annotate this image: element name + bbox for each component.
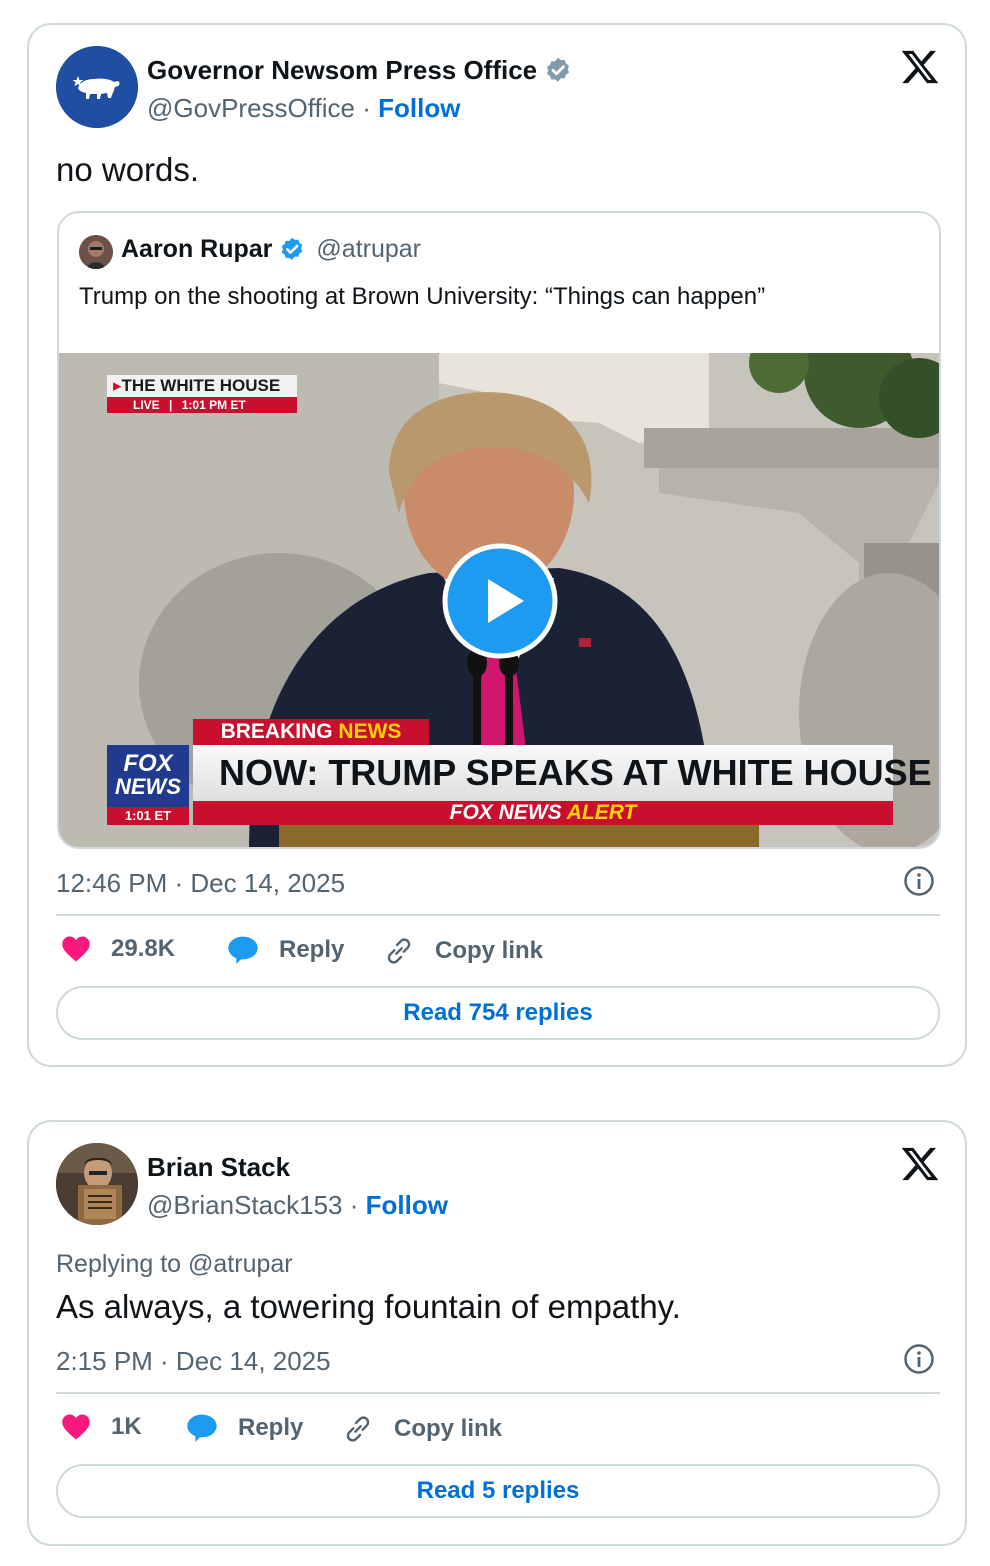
replying-to[interactable]: Replying to @atrupar [56, 1250, 293, 1279]
quoted-tweet[interactable]: Aaron Rupar @atrupar Trump on the shooti… [57, 211, 941, 849]
like-count: 29.8K [111, 935, 176, 962]
reply-bubble-icon [228, 936, 258, 964]
heart-icon [62, 936, 90, 962]
person-photo [79, 235, 113, 269]
live-label: LIVE [133, 398, 160, 412]
ticker-fox: FOX NEWS [449, 801, 562, 824]
ticker-alert: ALERT [566, 801, 637, 824]
follow-link[interactable]: Follow [378, 93, 460, 123]
divider [56, 1392, 940, 1394]
live-bug: ▸THE WHITE HOUSE LIVE | 1:01 PM ET [107, 375, 297, 415]
play-icon[interactable] [442, 543, 558, 659]
reply-label: Reply [279, 936, 345, 963]
quote-author-row: Aaron Rupar @atrupar [121, 235, 421, 264]
video-player[interactable]: ▸THE WHITE HOUSE LIVE | 1:01 PM ET BREAK… [59, 353, 939, 847]
tweet-timestamp[interactable]: 2:15 PM · Dec 14, 2025 [56, 1346, 331, 1377]
x-logo-icon[interactable] [900, 1144, 940, 1184]
breaking-text: BREAKING [220, 720, 333, 743]
news-text: NEWS [338, 720, 402, 743]
fox-news-logo: FOX NEWS 1:01 ET [107, 745, 189, 825]
handle-row: @BrianStack153 · Follow [147, 1190, 448, 1221]
quote-text: Trump on the shooting at Brown Universit… [79, 283, 766, 310]
x-logo-icon[interactable] [900, 47, 940, 87]
quote-author-name: Aaron Rupar [121, 235, 273, 263]
live-time: 1:01 PM ET [181, 398, 246, 412]
logo-time: 1:01 ET [107, 807, 189, 825]
person-reading-photo [56, 1143, 138, 1225]
copy-link-button[interactable]: Copy link [383, 935, 543, 967]
fox-news-alert-ticker: FOX NEWS ALERT [193, 801, 893, 825]
divider [56, 914, 940, 916]
live-bug-title: ▸THE WHITE HOUSE [107, 375, 297, 397]
verified-badge-icon [547, 57, 570, 82]
like-count: 1K [111, 1413, 142, 1440]
author-name[interactable]: Governor Newsom Press Office [147, 55, 537, 86]
california-bear-logo [56, 46, 138, 128]
author-name-row: Governor Newsom Press Office [147, 55, 573, 86]
read-replies-button[interactable]: Read 754 replies [56, 986, 940, 1040]
separator-dot: · [362, 93, 371, 123]
author-handle[interactable]: @BrianStack153 [147, 1190, 343, 1220]
handle-row: @GovPressOffice · Follow [147, 93, 460, 124]
author-name[interactable]: Brian Stack [147, 1152, 290, 1183]
tweet-card-govpressoffice: Governor Newsom Press Office @GovPressOf… [27, 23, 967, 1067]
tweet-text: As always, a towering fountain of empath… [56, 1288, 681, 1325]
copy-link-label: Copy link [435, 937, 544, 964]
read-replies-button[interactable]: Read 5 replies [56, 1464, 940, 1518]
info-icon[interactable] [903, 865, 935, 897]
link-icon [346, 1416, 370, 1442]
separator-dot: · [349, 1190, 359, 1220]
logo-line1: FOX [123, 750, 173, 777]
breaking-news-label: BREAKING NEWS [193, 719, 429, 745]
author-handle[interactable]: @GovPressOffice [147, 93, 355, 123]
tweet-timestamp[interactable]: 12:46 PM · Dec 14, 2025 [56, 868, 345, 899]
quote-author-handle: @atrupar [316, 235, 421, 263]
copy-link-button[interactable]: Copy link [342, 1413, 502, 1445]
reply-button[interactable]: Reply [227, 935, 344, 965]
tweet-text: no words. [56, 151, 200, 188]
author-name-row: Brian Stack [147, 1152, 290, 1183]
avatar-govpressoffice[interactable] [56, 46, 138, 128]
verified-badge-icon [282, 237, 303, 260]
like-button[interactable]: 1K [61, 1413, 142, 1441]
link-icon [387, 938, 411, 964]
reply-label: Reply [238, 1414, 304, 1441]
logo-line2: NEWS [115, 774, 181, 799]
tweet-card-brianstack: Brian Stack @BrianStack153 · Follow Repl… [27, 1120, 967, 1546]
heart-icon [62, 1414, 90, 1440]
headline-bar: NOW: TRUMP SPEAKS AT WHITE HOUSE [193, 745, 932, 801]
avatar-brianstack[interactable] [56, 1143, 138, 1225]
reply-bubble-icon [187, 1414, 217, 1442]
avatar-atrupar [79, 235, 113, 269]
live-bug-title-text: THE WHITE HOUSE [121, 376, 281, 395]
follow-link[interactable]: Follow [366, 1190, 448, 1220]
copy-link-label: Copy link [394, 1415, 503, 1442]
reply-button[interactable]: Reply [186, 1413, 303, 1443]
info-icon[interactable] [903, 1343, 935, 1375]
like-button[interactable]: 29.8K [61, 935, 175, 963]
